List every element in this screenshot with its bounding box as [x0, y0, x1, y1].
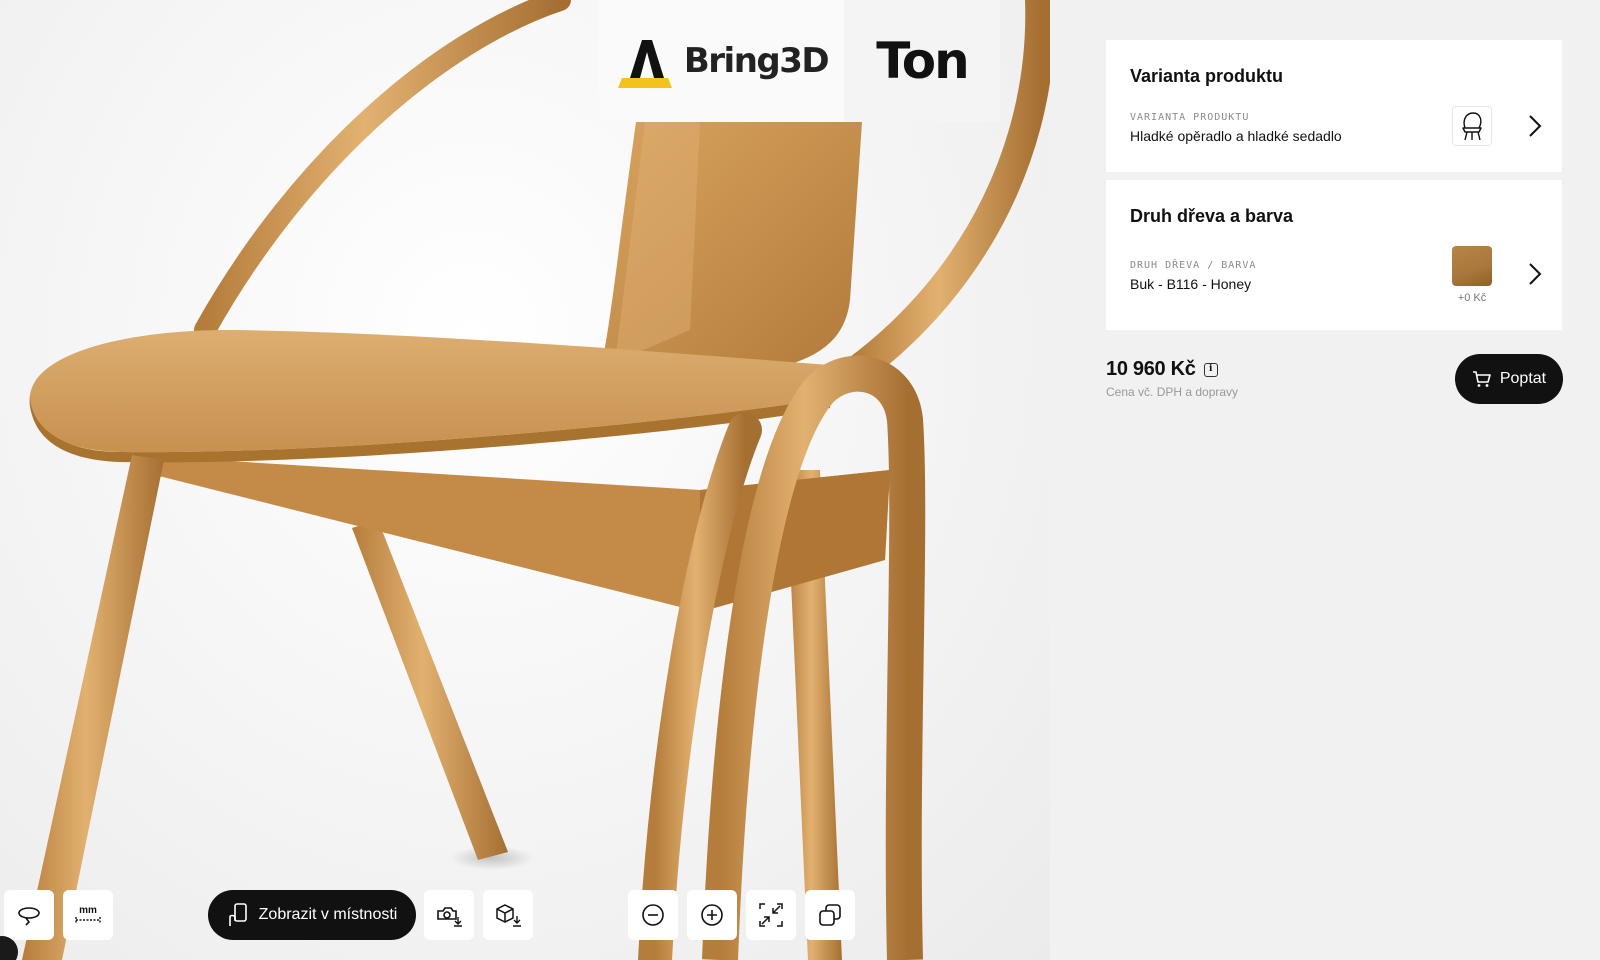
- cart-icon: [1472, 371, 1491, 387]
- variant-card[interactable]: Varianta produktu VARIANTA PRODUKTU Hlad…: [1106, 40, 1562, 172]
- bring3d-wordmark: Bring3D: [683, 41, 830, 81]
- wood-chevron-right-icon[interactable]: [1526, 260, 1544, 288]
- inquire-label: Poptat: [1499, 370, 1547, 387]
- variant-chevron-right-icon[interactable]: [1526, 112, 1544, 140]
- wood-value: Buk - B116 - Honey: [1130, 276, 1252, 292]
- price-note: Cena vč. DPH a dopravy: [1106, 385, 1239, 399]
- rotate-360-icon: [18, 907, 40, 926]
- copy-icon: [819, 904, 841, 926]
- wood-price-delta: +0 Kč: [1457, 292, 1487, 304]
- zoom-out-button[interactable]: [628, 890, 678, 940]
- model-download-button[interactable]: [483, 890, 533, 940]
- variant-thumbnail: [1452, 106, 1492, 146]
- info-icon[interactable]: i: [1203, 362, 1218, 377]
- zoom-out-icon: [642, 904, 664, 926]
- phone-hand-icon: [228, 903, 247, 926]
- zoom-in-button[interactable]: [687, 890, 737, 940]
- camera-download-icon: [437, 907, 462, 927]
- bring3d-logo: Bring3D: [598, 0, 844, 122]
- product-3d-viewer[interactable]: Bring3D Ton mm Zobrazit v místnosti: [0, 0, 1050, 960]
- measure-icon: mm: [75, 906, 101, 924]
- chair-render: [22, 0, 1050, 960]
- wood-card-title: Druh dřeva a barva: [1130, 206, 1294, 226]
- variant-kicker: VARIANTA PRODUKTU: [1130, 112, 1250, 123]
- wood-color-card[interactable]: Druh dřeva a barva DRUH DŘEVA / BARVA Bu…: [1106, 180, 1562, 330]
- measure-unit-label: mm: [79, 905, 97, 916]
- zoom-in-icon: [701, 904, 723, 926]
- price-block: 10 960 Kč i Cena vč. DPH a dopravy: [1106, 358, 1238, 399]
- compare-button[interactable]: [805, 890, 855, 940]
- rotate-toggle-button[interactable]: [4, 890, 54, 940]
- fit-view-icon: [759, 903, 783, 927]
- ton-logo: Ton: [844, 0, 1000, 122]
- wood-kicker: DRUH DŘEVA / BARVA: [1130, 260, 1257, 271]
- fit-view-button[interactable]: [746, 890, 796, 940]
- view-in-room-label: Zobrazit v místnosti: [258, 906, 398, 923]
- inquire-button[interactable]: Poptat: [1455, 354, 1563, 404]
- price-row: 10 960 Kč i: [1106, 358, 1238, 381]
- chair-icon: [1462, 112, 1482, 141]
- brand-logo-bar: Bring3D Ton: [598, 0, 1000, 122]
- variant-value: Hladké opěradlo a hladké sedadlo: [1130, 128, 1342, 144]
- bring3d-mark-icon: [617, 40, 672, 88]
- dimensions-button[interactable]: mm: [63, 890, 113, 940]
- wood-swatch: [1452, 246, 1492, 286]
- view-in-room-button[interactable]: Zobrazit v místnosti: [208, 890, 416, 940]
- cube-download-icon: [496, 904, 521, 927]
- variant-card-title: Varianta produktu: [1130, 66, 1284, 86]
- price-value: 10 960 Kč: [1106, 358, 1196, 380]
- screenshot-download-button[interactable]: [424, 890, 474, 940]
